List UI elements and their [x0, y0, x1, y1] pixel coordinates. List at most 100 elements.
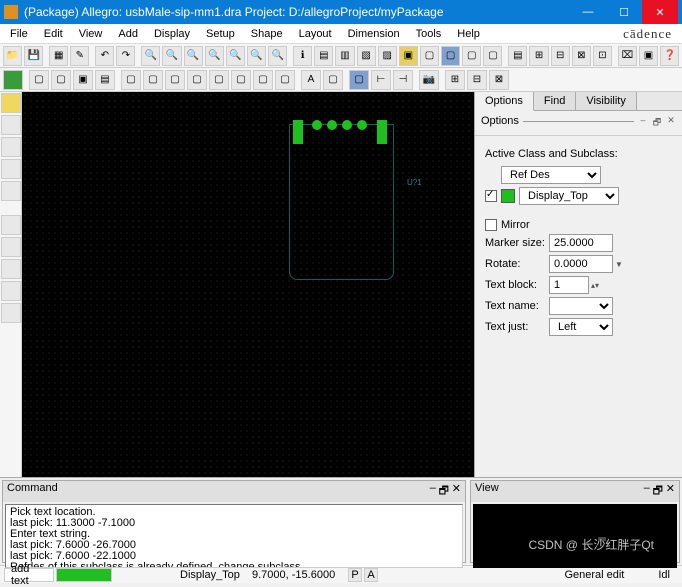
tool-icon[interactable]: [1, 281, 21, 301]
menu-setup[interactable]: Setup: [198, 26, 243, 42]
view-canvas[interactable]: [473, 504, 677, 568]
zoom-icon[interactable]: 🔍: [247, 46, 266, 66]
tool-icon[interactable]: [1, 115, 21, 135]
tool-icon[interactable]: ✎: [70, 46, 89, 66]
tool-icon[interactable]: [1, 303, 21, 323]
tool-icon[interactable]: ▢: [349, 70, 369, 90]
tool-icon[interactable]: ▢: [483, 46, 502, 66]
tool-icon[interactable]: [1, 93, 21, 113]
menu-dimension[interactable]: Dimension: [340, 26, 408, 42]
tool-icon[interactable]: ▢: [420, 46, 439, 66]
minimize-button[interactable]: —: [570, 0, 606, 24]
tool-icon[interactable]: ⊟: [551, 46, 570, 66]
tool-icon[interactable]: [1, 137, 21, 157]
tool-icon[interactable]: ▨: [378, 46, 397, 66]
tab-visibility[interactable]: Visibility: [576, 92, 637, 110]
tool-icon[interactable]: ⊣: [393, 70, 413, 90]
save-icon[interactable]: 💾: [24, 46, 43, 66]
tool-icon[interactable]: ⊞: [445, 70, 465, 90]
panel-float-icon[interactable]: 🗗: [652, 115, 662, 131]
tool-icon[interactable]: A: [301, 70, 321, 90]
tool-icon[interactable]: ▢: [51, 70, 71, 90]
tool-icon[interactable]: ⊞: [529, 46, 548, 66]
marker-size-input[interactable]: [549, 234, 613, 252]
command-log[interactable]: Pick text location. last pick: 11.3000 -…: [5, 504, 463, 568]
text-block-input[interactable]: [549, 276, 589, 294]
zoom-out-icon[interactable]: 🔍: [162, 46, 181, 66]
tool-icon[interactable]: [1, 181, 21, 201]
zoom-icon[interactable]: 🔍: [226, 46, 245, 66]
panel-close-icon[interactable]: ✕: [666, 115, 676, 131]
tool-icon[interactable]: ⌧: [618, 46, 637, 66]
text-just-select[interactable]: Left: [549, 318, 613, 336]
panel-min-icon[interactable]: –: [430, 482, 436, 501]
menu-add[interactable]: Add: [110, 26, 146, 42]
tool-icon[interactable]: ⊟: [467, 70, 487, 90]
tool-icon[interactable]: ⊠: [572, 46, 591, 66]
info-icon[interactable]: ℹ: [293, 46, 312, 66]
status-color[interactable]: [56, 568, 112, 582]
tool-icon[interactable]: [1, 259, 21, 279]
panel-close-icon[interactable]: ✕: [452, 482, 461, 501]
camera-icon[interactable]: 📷: [419, 70, 439, 90]
zoom-fit-icon[interactable]: 🔍: [184, 46, 203, 66]
menu-view[interactable]: View: [71, 26, 111, 42]
undo-icon[interactable]: ↶: [95, 46, 114, 66]
menu-file[interactable]: File: [2, 26, 36, 42]
tool-icon[interactable]: ▧: [357, 46, 376, 66]
design-canvas[interactable]: U?1: [22, 92, 474, 477]
tool-icon[interactable]: ▢: [275, 70, 295, 90]
subclass-checkbox[interactable]: [485, 190, 497, 202]
tool-icon[interactable]: ⊠: [489, 70, 509, 90]
tool-icon[interactable]: ▤: [314, 46, 333, 66]
tool-icon[interactable]: ⊡: [593, 46, 612, 66]
zoom-in-icon[interactable]: 🔍: [141, 46, 160, 66]
help-icon[interactable]: ❓: [660, 46, 679, 66]
status-p-button[interactable]: P: [348, 568, 362, 582]
line-tool-icon[interactable]: [1, 215, 21, 235]
tool-icon[interactable]: ▤: [95, 70, 115, 90]
zoom-icon[interactable]: 🔍: [268, 46, 287, 66]
class-select[interactable]: Ref Des: [501, 166, 601, 184]
tool-icon[interactable]: ▢: [231, 70, 251, 90]
dropdown-icon[interactable]: ▼: [615, 260, 623, 269]
panel-float-icon[interactable]: 🗗: [653, 482, 663, 501]
spinner-icon[interactable]: ▴▾: [591, 281, 599, 290]
subclass-select[interactable]: Display_Top: [519, 187, 619, 205]
tool-icon[interactable]: ▢: [253, 70, 273, 90]
panel-min-icon[interactable]: –: [644, 482, 650, 501]
panel-float-icon[interactable]: 🗗: [439, 482, 449, 501]
tool-icon[interactable]: ⊢: [371, 70, 391, 90]
tool-icon[interactable]: ▦: [49, 46, 68, 66]
menu-help[interactable]: Help: [449, 26, 488, 42]
panel-close-icon[interactable]: ✕: [666, 482, 675, 501]
tool-icon[interactable]: ▣: [639, 46, 658, 66]
menu-edit[interactable]: Edit: [36, 26, 71, 42]
rotate-input[interactable]: [549, 255, 613, 273]
text-name-select[interactable]: [549, 297, 613, 315]
tool-icon[interactable]: ▢: [209, 70, 229, 90]
tool-icon[interactable]: ▣: [399, 46, 418, 66]
tool-icon[interactable]: [1, 237, 21, 257]
tool-icon[interactable]: ▣: [73, 70, 93, 90]
color-chip[interactable]: [501, 189, 515, 203]
tool-icon[interactable]: ▢: [462, 46, 481, 66]
tool-icon[interactable]: [3, 70, 23, 90]
tool-icon[interactable]: ▢: [187, 70, 207, 90]
tab-options[interactable]: Options: [475, 92, 534, 111]
tool-icon[interactable]: ▢: [29, 70, 49, 90]
menu-layout[interactable]: Layout: [291, 26, 340, 42]
tool-icon[interactable]: ▢: [323, 70, 343, 90]
tab-find[interactable]: Find: [534, 92, 576, 110]
tool-icon[interactable]: ▢: [143, 70, 163, 90]
menu-display[interactable]: Display: [146, 26, 198, 42]
tool-icon[interactable]: [1, 159, 21, 179]
status-a-button[interactable]: A: [364, 568, 378, 582]
menu-tools[interactable]: Tools: [408, 26, 450, 42]
tool-icon[interactable]: ▥: [335, 46, 354, 66]
menu-shape[interactable]: Shape: [243, 26, 291, 42]
mirror-checkbox[interactable]: [485, 219, 497, 231]
panel-min-icon[interactable]: –: [638, 115, 648, 131]
tool-icon[interactable]: ▢: [121, 70, 141, 90]
redo-icon[interactable]: ↷: [116, 46, 135, 66]
